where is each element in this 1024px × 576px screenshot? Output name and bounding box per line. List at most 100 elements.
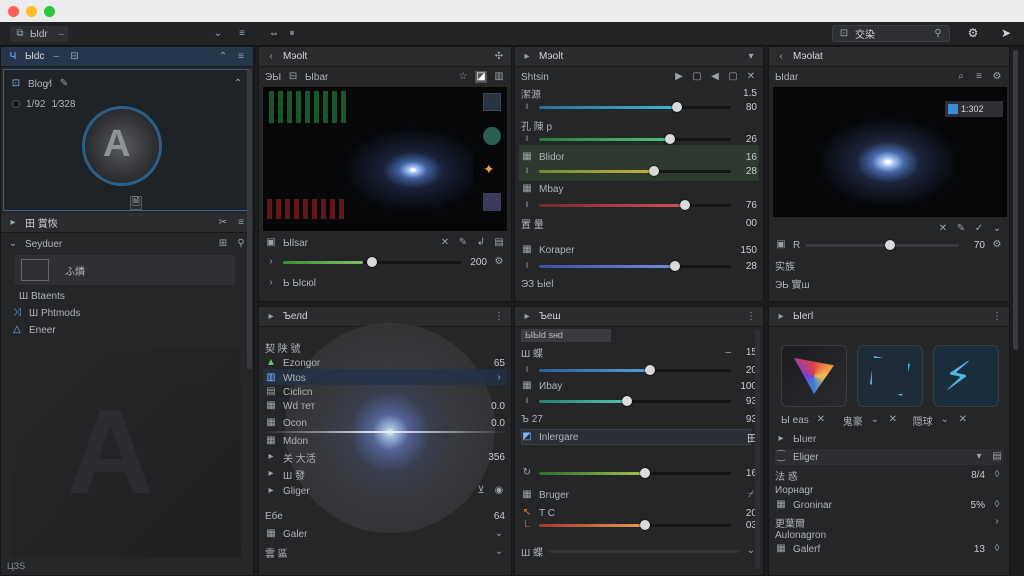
left-scrollbar[interactable] bbox=[247, 69, 252, 369]
kebab-icon[interactable]: ⋮ bbox=[991, 311, 1003, 323]
tab-bar[interactable]: Ыbar bbox=[305, 72, 328, 83]
layer-row[interactable]: Ебе 64 bbox=[265, 508, 505, 524]
chevron-down-icon[interactable]: ⌄ bbox=[991, 223, 1003, 235]
close-window-button[interactable] bbox=[8, 6, 19, 17]
panel-e-slider[interactable] bbox=[539, 519, 731, 530]
sub-row[interactable]: Ш Btaents bbox=[19, 288, 247, 304]
close-icon[interactable]: ✕ bbox=[439, 237, 451, 249]
layer-row[interactable]: ▸ 关 大活 356 bbox=[265, 449, 505, 465]
globe-icon[interactable] bbox=[483, 127, 501, 145]
pin-icon[interactable]: ▾ bbox=[745, 51, 757, 63]
layer-icon[interactable] bbox=[483, 193, 501, 211]
pin-icon[interactable]: ⚲ bbox=[235, 238, 247, 250]
effect-thumb[interactable]: ⚡ bbox=[933, 345, 999, 407]
panel-b-slider[interactable] bbox=[539, 133, 731, 144]
layer-row[interactable]: ▦ Wd тет 0.0 bbox=[265, 398, 505, 414]
layer-row[interactable]: ▦ Ocon 0.0 bbox=[265, 415, 505, 431]
gear-icon[interactable]: ⚙ bbox=[991, 239, 1003, 251]
send-icon[interactable]: ➤ bbox=[1000, 27, 1012, 39]
list-icon[interactable]: ▤ bbox=[493, 237, 505, 249]
square-icon[interactable]: ▢ bbox=[691, 71, 703, 83]
minimize-window-button[interactable] bbox=[26, 6, 37, 17]
layer-row[interactable]: 契 陕 號 bbox=[265, 339, 505, 355]
sort-icon[interactable]: ⊞ bbox=[217, 238, 229, 250]
panel-e-slider[interactable] bbox=[539, 467, 731, 478]
kebab-icon[interactable]: ⋮ bbox=[745, 311, 757, 323]
search-field[interactable]: ⊡ 交染 ⚲ bbox=[832, 25, 950, 42]
panel-e-title: Ъеш bbox=[539, 311, 561, 322]
menu-icon[interactable]: ≡ bbox=[973, 71, 985, 83]
chevron-up-icon[interactable]: ⌃ bbox=[232, 78, 244, 90]
layer-row[interactable]: 雲 區 ⌄ bbox=[265, 544, 505, 560]
asset-row[interactable]: ふ燐 bbox=[15, 255, 235, 285]
zoom-window-button[interactable] bbox=[44, 6, 55, 17]
play-icon[interactable]: ▶ bbox=[673, 71, 685, 83]
panel-e-slider[interactable] bbox=[539, 395, 731, 406]
kebab-icon[interactable]: ⋮ bbox=[493, 311, 505, 323]
panel-e-scrollbar[interactable] bbox=[755, 329, 760, 569]
panel-e-slider[interactable] bbox=[539, 364, 731, 375]
square-icon[interactable]: ▢ bbox=[727, 71, 739, 83]
menu-icon[interactable]: ≡ bbox=[236, 28, 248, 40]
chevron-left-icon[interactable]: ‹ bbox=[265, 51, 277, 63]
layer-row[interactable]: ▲ Ezongor 65 bbox=[265, 355, 505, 371]
panel-b-slider[interactable] bbox=[539, 101, 731, 112]
list-item[interactable]: ⤨ Ш Phtmods bbox=[11, 305, 247, 321]
workspace-tab[interactable]: ⧉ Ыdr – bbox=[10, 26, 68, 42]
panel-c-slider[interactable] bbox=[806, 239, 959, 250]
panel-b-slider[interactable] bbox=[539, 199, 731, 210]
tab-view[interactable]: ЭЫ bbox=[265, 72, 281, 83]
pause-icon[interactable]: ⏸ bbox=[286, 28, 298, 40]
close-icon[interactable]: ✕ bbox=[745, 71, 757, 83]
file-icon[interactable]: 🗎 bbox=[130, 196, 142, 210]
search-icon[interactable]: ⌕ bbox=[955, 71, 967, 83]
layout-icon[interactable]: ▥ bbox=[493, 71, 505, 83]
pen-icon[interactable]: ✎ bbox=[955, 223, 967, 235]
watermark-logo-icon: A bbox=[67, 385, 154, 519]
layer-row[interactable]: ▦ Мdon bbox=[265, 433, 505, 449]
main-scrollbar[interactable] bbox=[1013, 50, 1018, 350]
expand-icon[interactable]: – bbox=[50, 51, 62, 63]
rewind-icon[interactable]: ◀ bbox=[709, 71, 721, 83]
menu-icon[interactable]: ≡ bbox=[235, 217, 247, 229]
scissors-icon[interactable]: ✂ bbox=[217, 217, 229, 229]
panel-e-row: ▦ Иbay 100 bbox=[522, 380, 757, 392]
panel-b-slider[interactable] bbox=[539, 260, 731, 271]
effect-thumb[interactable] bbox=[857, 345, 923, 407]
chevron-down-icon[interactable]: ⌄ bbox=[212, 28, 224, 40]
layer-row[interactable]: ▸ Ш 發 bbox=[265, 466, 505, 482]
chevron-up-icon[interactable]: ⌃ bbox=[217, 51, 229, 63]
panel-b-slider[interactable] bbox=[539, 165, 731, 176]
gear-icon[interactable]: ⚙ bbox=[493, 256, 505, 268]
pin-icon[interactable]: ✣ bbox=[493, 51, 505, 63]
star-icon[interactable]: ☆ bbox=[457, 71, 469, 83]
star-burst-icon[interactable]: ✦ bbox=[483, 161, 501, 179]
close-icon[interactable]: ✕ bbox=[937, 223, 949, 235]
panel-e-slider[interactable] bbox=[548, 549, 739, 553]
panel-f-group[interactable]: ⁐ Eliger ▾ ▤ bbox=[775, 449, 1003, 465]
layer-row[interactable]: ▦ Galer ⌄ bbox=[265, 526, 505, 542]
chevron-left-icon[interactable]: ‹ bbox=[775, 51, 787, 63]
panel-c-tools: ✕ ✎ ✓ ⌄ bbox=[775, 221, 1003, 237]
selected-asset-box[interactable]: ⊡ Blog⁄l ✎ ⌃ 1/92 1∕328 A 🗎 bbox=[3, 69, 251, 211]
browser-row[interactable]: ⌄ Seyduer ⊞ ⚲ bbox=[7, 236, 247, 252]
return-icon[interactable]: ↲ bbox=[475, 237, 487, 249]
gear-icon[interactable]: ⚙ bbox=[991, 71, 1003, 83]
image-icon[interactable]: ◪ bbox=[475, 71, 487, 83]
panel-a-slider[interactable] bbox=[283, 256, 461, 267]
tool-icon[interactable] bbox=[483, 93, 501, 111]
layer-row[interactable]: ▸ Gliger ⊻ ◉ bbox=[265, 483, 505, 499]
section-header[interactable]: ▸ 田 賞恢 ✂ ≡ bbox=[1, 213, 253, 233]
panel-f-row: ▦ Galerf 13 ◊ bbox=[776, 543, 1000, 555]
list-item[interactable]: △ Eneer bbox=[11, 322, 247, 338]
pen-icon[interactable]: ✎ bbox=[457, 237, 469, 249]
list-icon[interactable]: ≡ bbox=[235, 51, 247, 63]
preview-viewport[interactable]: 1:302 bbox=[773, 87, 1007, 217]
gear-icon[interactable]: ⚙ bbox=[967, 27, 979, 39]
edit-icon[interactable]: ✎ bbox=[58, 78, 70, 90]
lock-icon[interactable]: ⊟ bbox=[68, 51, 80, 63]
check-icon[interactable]: ✓ bbox=[973, 223, 985, 235]
back-forward-icon[interactable]: ⇔ bbox=[268, 28, 280, 40]
particle-viewport[interactable]: ✦ bbox=[263, 87, 507, 231]
effect-thumb[interactable] bbox=[781, 345, 847, 407]
